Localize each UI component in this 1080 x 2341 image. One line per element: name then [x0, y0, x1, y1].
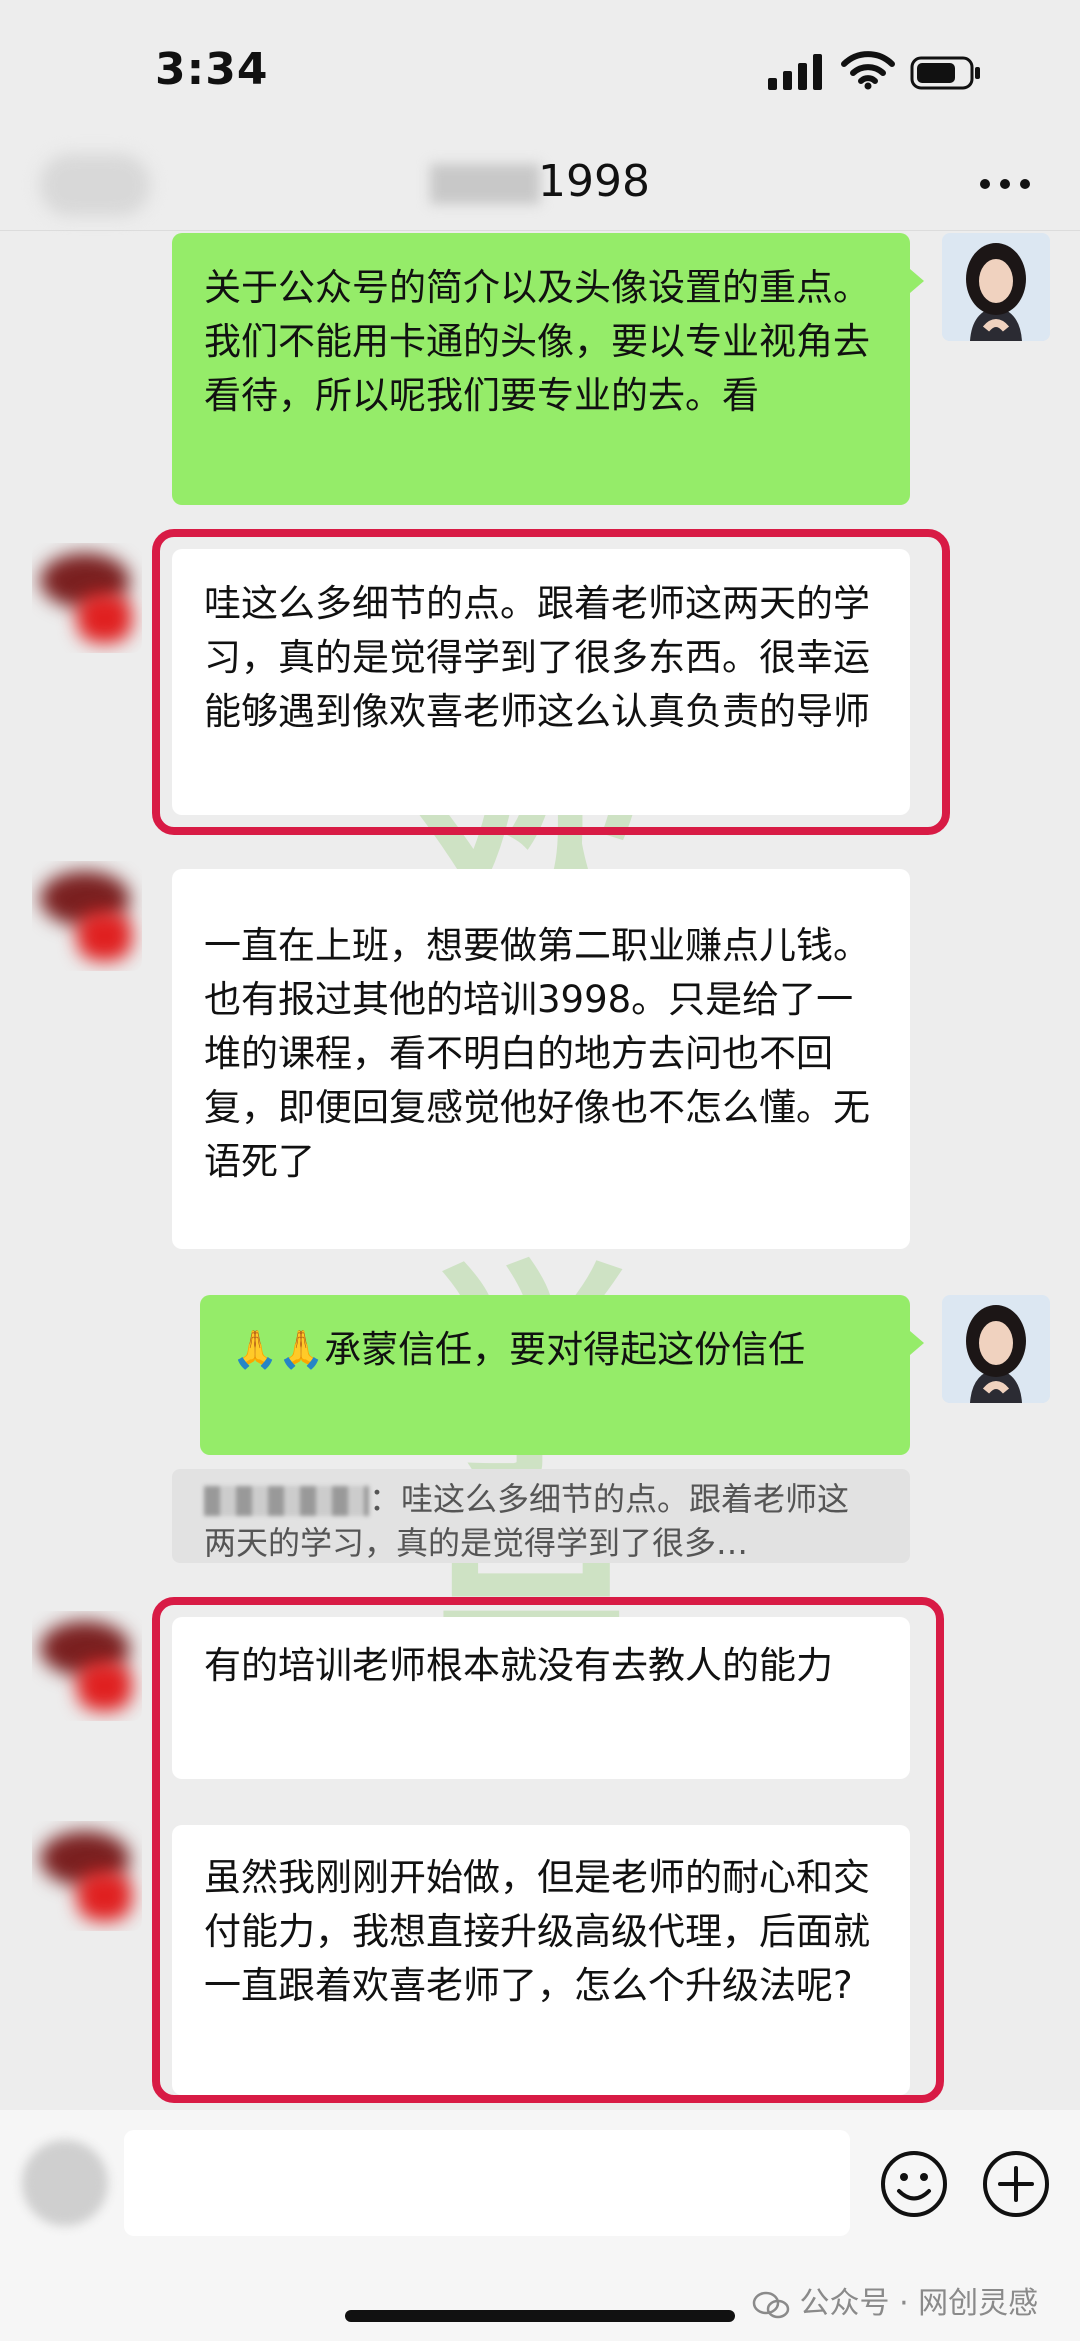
avatar[interactable]	[32, 1821, 142, 1931]
wechat-logo-icon	[752, 2291, 790, 2318]
wifi-icon	[841, 51, 895, 90]
highlight-frame	[152, 529, 950, 835]
message-text: 🙏🙏承蒙信任，要对得起这份信任	[232, 1328, 806, 1371]
message-input[interactable]	[124, 2130, 850, 2236]
avatar-blur	[77, 593, 132, 643]
cellular-signal-icon	[768, 54, 822, 90]
avatar[interactable]	[32, 861, 142, 971]
avatar[interactable]	[32, 543, 142, 653]
blurred-name	[430, 164, 540, 204]
chat-title-text: 1998	[538, 156, 650, 207]
bubble-tail	[910, 269, 924, 293]
voice-button[interactable]	[22, 2140, 108, 2226]
status-time: 3:34	[155, 44, 269, 95]
home-indicator[interactable]	[345, 2310, 735, 2322]
avatar-blur	[77, 1661, 132, 1711]
more-dots-icon[interactable]	[975, 162, 1035, 206]
quoted-message[interactable]: ：哇这么多细节的点。跟着老师这两天的学习，真的是觉得学到了很多…	[172, 1469, 910, 1563]
message-text: 关于公众号的简介以及头像设置的重点。我们不能用卡通的头像，要以专业视角去看待，所…	[204, 266, 870, 417]
source-watermark: 公众号 · 网创灵感	[752, 2278, 1038, 2322]
message-bubble[interactable]: 一直在上班，想要做第二职业赚点儿钱。也有报过其他的培训3998。只是给了一堆的课…	[172, 869, 910, 1249]
chat-title: 1998	[430, 150, 730, 220]
avatar-portrait-icon	[942, 1295, 1050, 1403]
blurred-name	[204, 1486, 369, 1516]
back-button[interactable]	[40, 154, 150, 216]
message-bubble[interactable]: 🙏🙏承蒙信任，要对得起这份信任	[200, 1295, 924, 1455]
emoji-smile-icon[interactable]	[878, 2148, 950, 2220]
avatar-blur	[77, 1871, 132, 1921]
bubble-tail	[910, 1331, 924, 1355]
highlight-frame	[152, 1597, 944, 2103]
avatar[interactable]	[942, 1295, 1050, 1403]
source-text: 公众号 · 网创灵感	[799, 2286, 1039, 2321]
message-bubble[interactable]: 关于公众号的简介以及头像设置的重点。我们不能用卡通的头像，要以专业视角去看待，所…	[172, 233, 924, 505]
avatar[interactable]	[942, 233, 1050, 341]
chat-area[interactable]: 欢喜学员 关于公众号的简介以及头像设置的重点。我们不能用卡通的头像，要以专业视角…	[0, 231, 1080, 2111]
avatar-blur	[77, 911, 132, 961]
message-text: 一直在上班，想要做第二职业赚点儿钱。也有报过其他的培训3998。只是给了一堆的课…	[204, 924, 870, 1183]
status-bar: 3:34	[0, 0, 1080, 140]
input-bar: 公众号 · 网创灵感	[0, 2110, 1080, 2341]
chat-header: 1998	[0, 140, 1080, 231]
plus-circle-icon[interactable]	[980, 2148, 1052, 2220]
avatar-portrait-icon	[942, 233, 1050, 341]
avatar[interactable]	[32, 1611, 142, 1721]
battery-icon	[910, 56, 980, 90]
